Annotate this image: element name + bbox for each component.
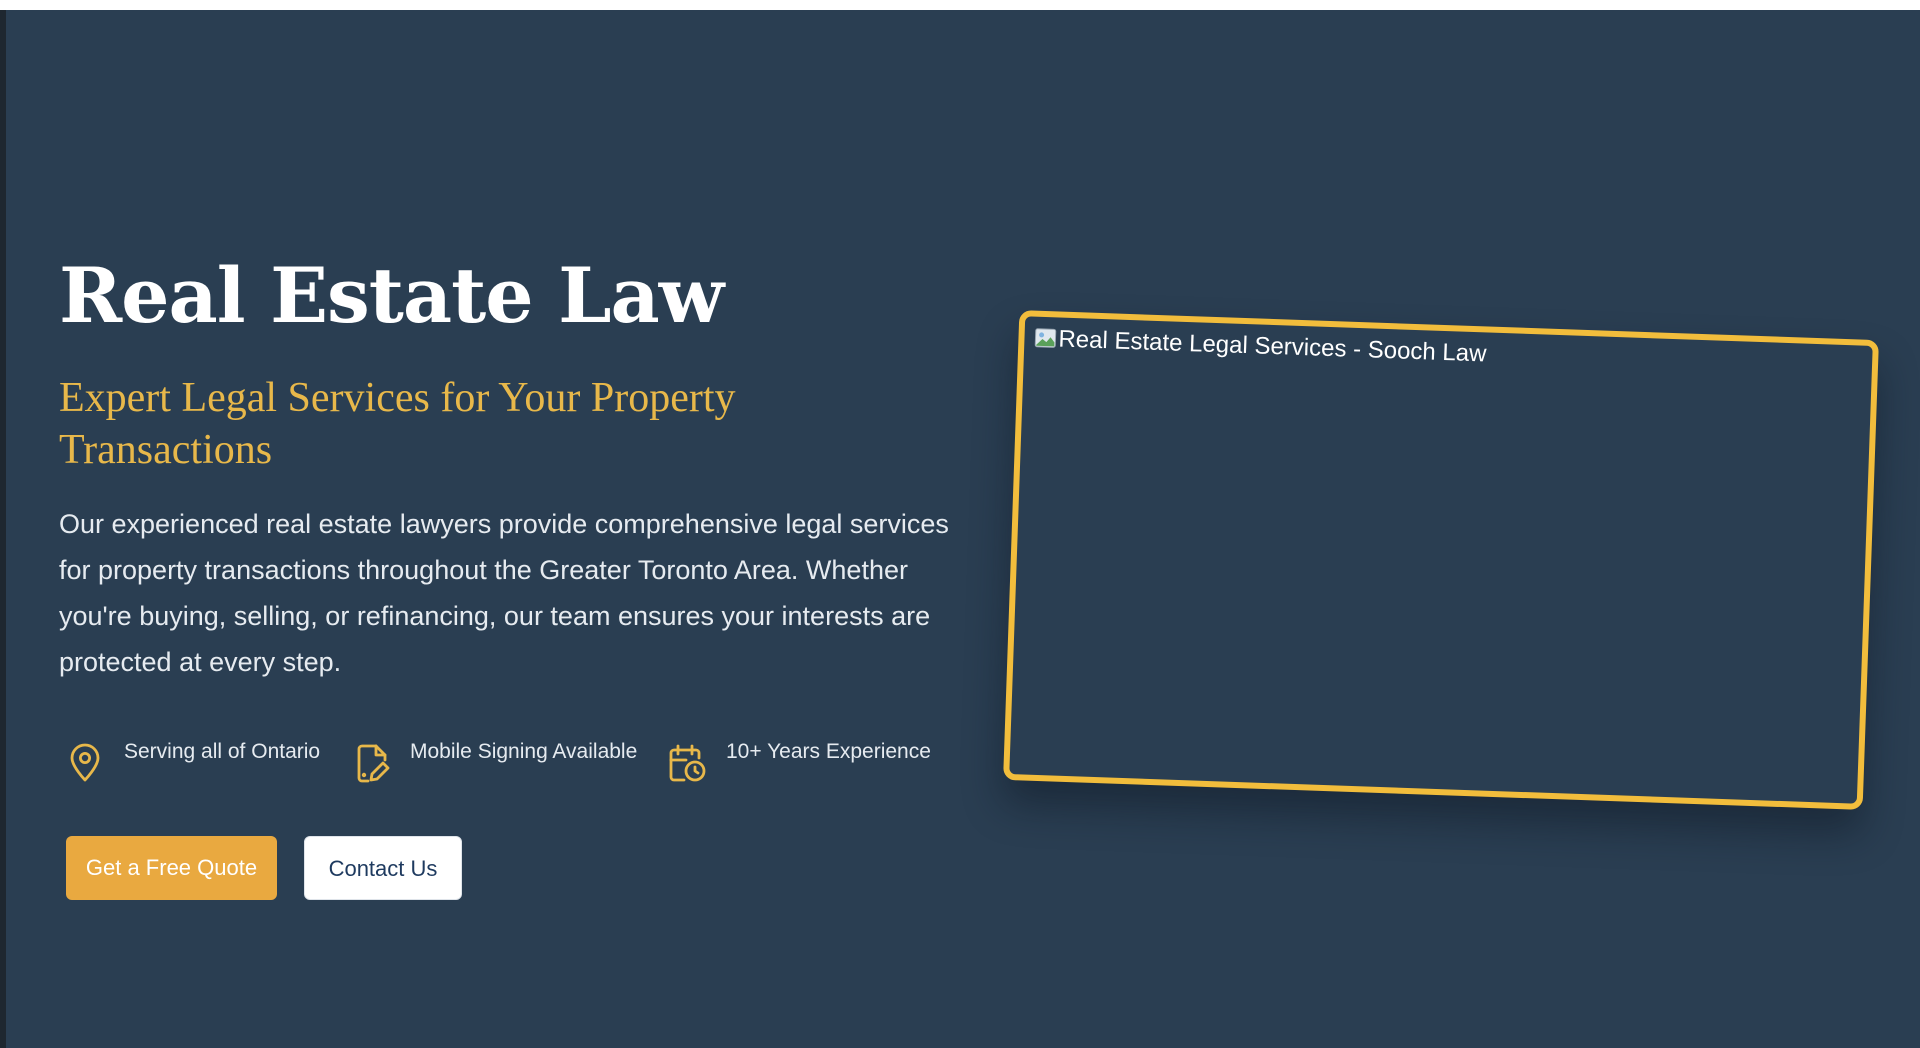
calendar-clock-icon [666, 742, 708, 784]
hero-subtitle: Expert Legal Services for Your Property … [59, 375, 736, 473]
feature-label: Mobile Signing Available [410, 740, 638, 763]
page: Real Estate Law Expert Legal Services fo… [0, 0, 1920, 1048]
top-strip [0, 0, 1920, 10]
broken-image-icon [1034, 327, 1057, 350]
hero-image: Real Estate Legal Services - Sooch Law [1034, 325, 1487, 369]
hero-image-alt-text: Real Estate Legal Services - Sooch Law [1058, 325, 1487, 368]
get-free-quote-button[interactable]: Get a Free Quote [66, 836, 277, 900]
feature-label: Serving all of Ontario [124, 740, 321, 763]
contact-us-button[interactable]: Contact Us [304, 836, 462, 900]
hero-description: Our experienced real estate lawyers prov… [59, 509, 949, 677]
page-title: Real Estate Law [59, 251, 724, 340]
feature-label: 10+ Years Experience [726, 740, 931, 763]
document-edit-icon [352, 742, 394, 784]
feature-serving-ontario: Serving all of Ontario [64, 736, 344, 784]
feature-mobile-signing: Mobile Signing Available [352, 736, 652, 784]
map-pin-icon [64, 742, 106, 784]
hero-image-frame: Real Estate Legal Services - Sooch Law [1003, 310, 1879, 810]
feature-years-experience: 10+ Years Experience [666, 736, 956, 784]
hero-section: Real Estate Law Expert Legal Services fo… [6, 10, 1920, 1048]
